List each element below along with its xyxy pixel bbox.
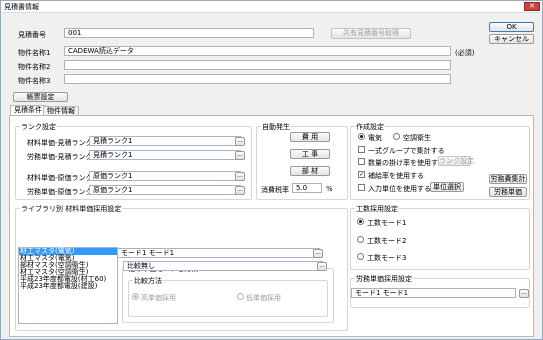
compare-browse-button[interactable]: ... [317, 262, 327, 271]
rank-row-browse-button[interactable]: ... [235, 151, 245, 160]
tax-rate-label: 消費税率 [261, 186, 289, 194]
cancel-button[interactable]: キャンセル [489, 34, 534, 44]
work-mode-title: 工数採用設定 [355, 204, 399, 214]
checkbox-input-unit[interactable] [358, 184, 365, 191]
rank-row-browse-button[interactable]: ... [235, 186, 245, 195]
radio-electric[interactable] [358, 133, 365, 140]
labor-mode-field[interactable]: モード1 モード1 [351, 288, 516, 298]
radio-low-price-label: 低単価採用 [246, 294, 281, 302]
expense-button[interactable]: 費 用 [290, 132, 330, 142]
rank-row-label: 労務単価-原価ランク [27, 188, 93, 196]
rank-settings-title: ランク設定 [20, 122, 57, 132]
radio-work-mode2[interactable] [357, 236, 364, 243]
estimate-info-dialog: 見積書情報 ✕ 見積番号 001 共有見積番号取得 OK キャンセル 物件名称1… [0, 0, 543, 340]
radio-hvac-label: 空調衛生 [403, 134, 431, 142]
radio-high-price[interactable] [132, 293, 139, 300]
labor-price-button[interactable]: 労務単価 [489, 187, 527, 197]
ok-button[interactable]: OK [489, 22, 534, 32]
window-title: 見積書情報 [4, 3, 39, 11]
labor-mode-browse-button[interactable]: ... [519, 289, 529, 298]
radio-hvac[interactable] [393, 133, 400, 140]
rank-row-value[interactable]: 見積ランク1 [89, 150, 241, 160]
estimate-no-field[interactable]: 001 [64, 28, 314, 38]
library-list-item[interactable]: 平成23年度都電設(建設) [19, 283, 117, 290]
estimate-no-label: 見積番号 [18, 31, 46, 39]
property-name3-label: 物件名称3 [18, 77, 51, 85]
checkbox-supplement-rate[interactable]: ✓ [358, 171, 365, 178]
checkbox-input-unit-label: 入力単位を使用する [368, 185, 431, 193]
radio-work-mode3[interactable] [357, 253, 364, 260]
auto-generation-title: 自動発生 [261, 122, 291, 132]
form-settings-button[interactable]: 帳票設定 [13, 92, 68, 102]
title-bar: 見積書情報 ✕ [1, 1, 542, 13]
rank-row-value[interactable]: 見積ランク1 [89, 136, 241, 146]
rank-row-browse-button[interactable]: ... [235, 137, 245, 146]
rank-row-value[interactable]: 原価ランク1 [89, 185, 241, 195]
property-name1-field[interactable]: CADEWA読込データ [64, 46, 451, 56]
rank-row-value[interactable]: 原価ランク1 [89, 171, 241, 181]
radio-work-mode3-label: 工数モード3 [367, 254, 407, 262]
tax-rate-unit: % [326, 185, 333, 193]
library-list[interactable]: 材工マスタ(電気) 材工マスタ(電気) 部材マスタ(空調衛生) 材工マスタ(空調… [18, 247, 118, 324]
checkbox-supplement-rate-label: 補給率を使用する [368, 172, 424, 180]
material-button[interactable]: 部 材 [290, 166, 330, 176]
construction-button[interactable]: 工 事 [290, 149, 330, 159]
rank-row-label: 労務単価-見積ランク [27, 153, 93, 161]
property-name3-field[interactable] [64, 74, 451, 84]
compare-field[interactable]: 比較無し [123, 261, 323, 271]
checkbox-quantity-rate-label: 数量の掛け率を使用する [368, 159, 445, 167]
radio-work-mode1[interactable] [357, 218, 364, 225]
checkbox-group-total[interactable] [358, 146, 365, 153]
property-name2-field[interactable] [64, 60, 451, 70]
unit-select-button[interactable]: 単位選択 [430, 182, 464, 192]
method-title: 比較方法 [133, 276, 163, 286]
radio-electric-label: 電気 [368, 134, 382, 142]
checkbox-group-total-label: 一式グループで集計する [368, 147, 445, 155]
shared-estimate-no-button[interactable]: 共有見積番号取得 [331, 28, 411, 39]
library-mode-browse-button[interactable]: ... [313, 249, 323, 258]
library-mode-field[interactable]: モード1 モード1 [117, 248, 320, 258]
library-settings-title: ライブラリ別 材料単価採用設定 [20, 204, 123, 214]
radio-work-mode2-label: 工数モード2 [367, 237, 407, 245]
required-note: (必須) [455, 49, 475, 57]
property-name2-label: 物件名称2 [18, 63, 51, 71]
close-button[interactable]: ✕ [524, 2, 540, 11]
tax-rate-field[interactable]: 5.0 [292, 183, 322, 193]
radio-high-price-label: 高単価採用 [141, 294, 176, 302]
checkbox-quantity-rate[interactable] [358, 158, 365, 165]
labor-total-button[interactable]: 労務費集計 [489, 174, 527, 184]
rank-row-label: 材料単価-原価ランク [27, 174, 93, 182]
rank-row-label: 材料単価-見積ランク [27, 139, 93, 147]
radio-low-price[interactable] [237, 293, 244, 300]
radio-work-mode1-label: 工数モード1 [367, 219, 407, 227]
rank-row-browse-button[interactable]: ... [235, 172, 245, 181]
property-name1-label: 物件名称1 [18, 49, 51, 57]
labor-mode-title: 労務単価採用設定 [355, 274, 413, 284]
tab-panel: ランク設定 材料単価-見積ランク 見積ランク1 ... 労務単価-見積ランク 見… [9, 115, 534, 337]
create-settings-title: 作成設定 [355, 122, 385, 132]
rank-setting-button[interactable]: ランク設定 [438, 156, 474, 166]
